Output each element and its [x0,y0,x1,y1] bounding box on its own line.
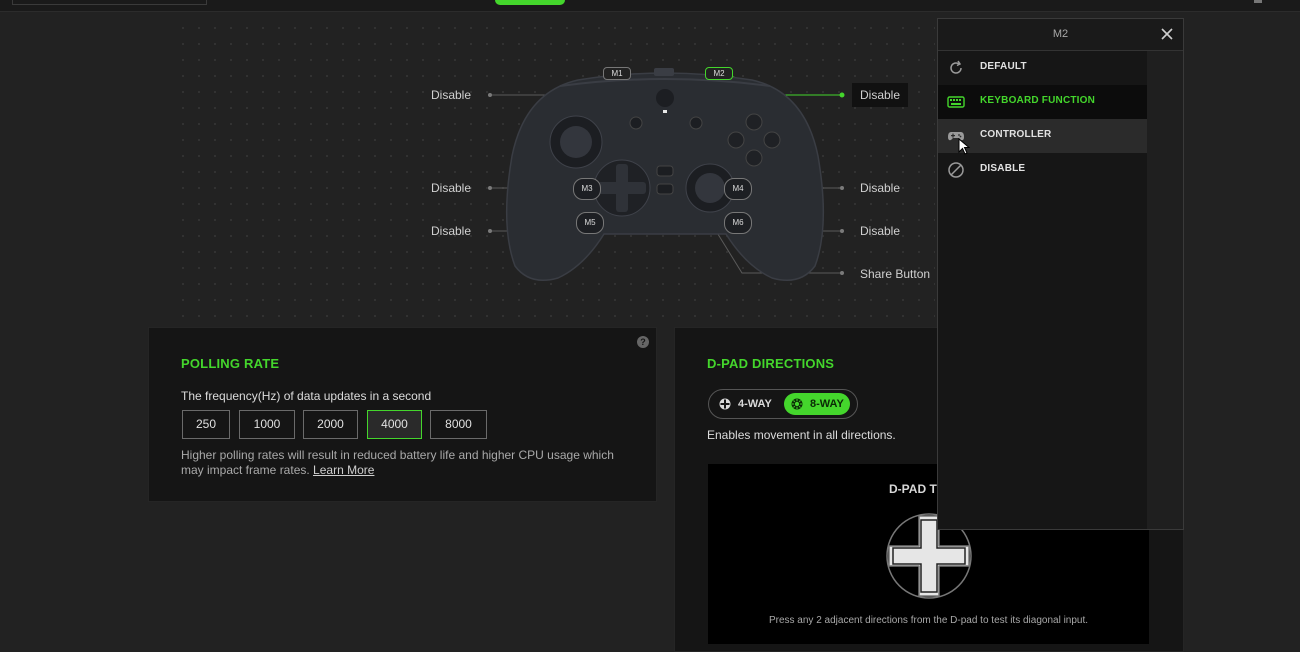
dropdown-scroll-area [1147,51,1183,529]
polling-rate-title: POLLING RATE [181,356,280,371]
polling-rate-description: The frequency(Hz) of data updates in a s… [181,389,432,403]
m6-badge[interactable]: M6 [724,212,752,234]
mouse-cursor-icon [958,138,970,155]
dpad-4way-icon [719,398,731,410]
help-icon[interactable]: ? [637,336,649,348]
m6-mapping-label[interactable]: Disable [860,224,900,238]
dpad-8way-option[interactable]: 8-WAY [784,393,850,415]
dropdown-item-label: KEYBOARD FUNCTION [980,95,1096,106]
m3-badge[interactable]: M3 [573,178,601,200]
dpad-4way-label: 4-WAY [738,398,772,410]
dropdown-item-keyboard-function[interactable]: KEYBOARD FUNCTION [938,85,1147,119]
m4-mapping-label[interactable]: Disable [860,181,900,195]
dpad-test-hint: Press any 2 adjacent directions from the… [768,615,1089,626]
learn-more-link[interactable]: Learn More [313,463,374,477]
dpad-8way-label: 8-WAY [810,398,844,410]
polling-rate-note: Higher polling rates will result in redu… [181,448,621,478]
m1-mapping-label[interactable]: Disable [431,88,471,102]
share-button-mapping-label[interactable]: Share Button [860,267,930,281]
disable-icon [948,162,964,178]
dpad-8way-icon [791,398,803,410]
close-icon[interactable] [1159,26,1175,42]
m4-badge[interactable]: M4 [724,178,752,200]
dpad-description: Enables movement in all directions. [707,428,896,442]
dropdown-list: DEFAULT KEYBOARD FUNCTION CONTROLLER DIS… [938,51,1147,529]
m2-mapping-label[interactable]: Disable [852,83,909,107]
m2-mapping-dropdown: M2 DEFAULT KEYBOARD FUNCTION CONTROLLER … [937,18,1184,530]
dropdown-item-label: DISABLE [980,163,1026,174]
polling-1000-button[interactable]: 1000 [239,410,295,439]
dpad-4way-option[interactable]: 4-WAY [712,393,778,415]
m5-badge[interactable]: M5 [576,212,604,234]
m5-mapping-label[interactable]: Disable [431,224,471,238]
dropdown-item-label: DEFAULT [980,61,1027,72]
dropdown-item-default[interactable]: DEFAULT [938,51,1147,85]
polling-4000-button[interactable]: 4000 [367,410,422,439]
polling-8000-button[interactable]: 8000 [430,410,487,439]
dropdown-item-label: CONTROLLER [980,129,1052,140]
refresh-icon [950,60,962,74]
polling-2000-button[interactable]: 2000 [303,410,358,439]
m3-mapping-label[interactable]: Disable [431,181,471,195]
m1-badge[interactable]: M1 [603,67,631,80]
m2-badge[interactable]: M2 [705,67,733,80]
dropdown-header: M2 [938,19,1183,51]
dpad-directions-title: D-PAD DIRECTIONS [707,356,835,371]
polling-note-text: Higher polling rates will result in redu… [181,448,614,477]
keyboard-icon [947,96,965,108]
dpad-mode-toggle[interactable]: 4-WAY 8-WAY [708,389,858,419]
polling-250-button[interactable]: 250 [182,410,230,439]
dropdown-title: M2 [1052,28,1069,40]
controller-illustration [500,66,830,286]
dropdown-item-disable[interactable]: DISABLE [938,153,1147,187]
